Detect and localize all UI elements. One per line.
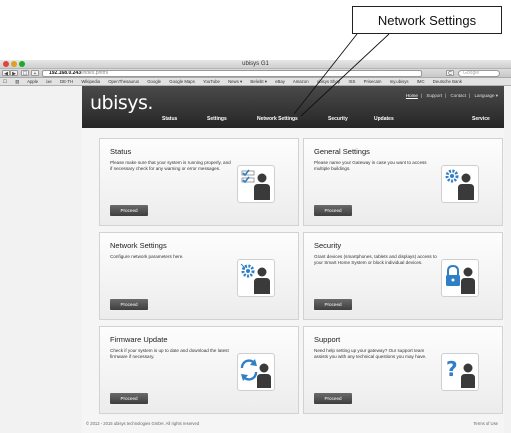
refresh-user-icon [237, 353, 275, 391]
nav-security[interactable]: Security [328, 116, 348, 122]
network-gear-icon [237, 259, 275, 297]
proceed-button[interactable]: Proceed [314, 393, 352, 404]
window-title: ubisys G1 [242, 61, 269, 67]
new-tab-button[interactable]: + [31, 70, 39, 77]
bookmark-item[interactable]: ixe [46, 79, 52, 84]
card-network-settings: Network Settings Configure network param… [99, 232, 299, 320]
bookmarks-icon[interactable]: ▥ [15, 79, 19, 84]
bookmark-item[interactable]: Google Maps [169, 79, 195, 84]
card-description: Configure network parameters here. [110, 254, 184, 259]
bookmark-item[interactable]: Google [147, 79, 161, 84]
sidebar-button[interactable]: ☐ [21, 70, 29, 77]
status-check-icon [237, 165, 275, 203]
language-select[interactable]: Language ▾ [474, 93, 498, 98]
window-titlebar: ubisys G1 [0, 60, 511, 69]
nav-status[interactable]: Status [162, 116, 177, 122]
bookmark-item[interactable]: IMC [417, 79, 425, 84]
bookmarks-bar: ☐ ▥ Apple ixe DE-TH Wikipedia OpenThesau… [0, 78, 511, 86]
bookmark-item[interactable]: Amazon [293, 79, 309, 84]
card-general-settings: General Settings Please name your Gatewa… [303, 138, 503, 226]
copyright-text: © 2012 - 2015 ubisys technologies GmbH. … [86, 421, 200, 426]
home-link[interactable]: Home [406, 93, 418, 98]
contact-link[interactable]: Contact [451, 93, 467, 98]
site-header: ubisys. Home | Support | Contact | Language… [82, 86, 504, 128]
bookmark-item[interactable]: ubisys Shop [317, 79, 340, 84]
card-description: Need help setting up your gateway? Our s… [314, 348, 427, 359]
bookmark-item[interactable]: ISS [348, 79, 355, 84]
card-title: Security [314, 241, 342, 250]
forward-button[interactable]: ▶ [10, 70, 18, 77]
card-description: Please make sure that your system is run… [110, 160, 231, 171]
question-user-icon: ? [441, 353, 479, 391]
bookmark-item[interactable]: Wikipedia [81, 79, 100, 84]
bookmark-item[interactable]: eBay [275, 79, 285, 84]
callout-label: Network Settings [352, 6, 502, 34]
nav-network-settings[interactable]: Network Settings [257, 116, 298, 122]
card-description: Check if your system is up to date and d… [110, 348, 229, 359]
bookmark-item[interactable]: OpenThesaurus [108, 79, 139, 84]
page-viewport: ubisys. Home | Support | Contact | Language… [0, 86, 511, 433]
reload-icon[interactable]: C [446, 70, 454, 77]
gear-user-icon [441, 165, 479, 203]
bookmark-item[interactable]: Apple [27, 79, 38, 84]
bookmark-item[interactable]: Prisecam [364, 79, 382, 84]
terms-of-use-link[interactable]: Terms of Use [473, 421, 498, 426]
browser-toolbar: ◀ ▶ ☐ + 192.168.0.243/index.phtml C Goog… [0, 69, 511, 78]
proceed-button[interactable]: Proceed [110, 299, 148, 310]
card-title: Status [110, 147, 132, 156]
search-placeholder: Google [463, 70, 480, 76]
nav-service[interactable]: Service [472, 116, 490, 122]
proceed-button[interactable]: Proceed [314, 299, 352, 310]
proceed-button[interactable]: Proceed [110, 205, 148, 216]
card-title: General Settings [314, 147, 370, 156]
bookmark-item[interactable]: DE-TH [60, 79, 73, 84]
card-status: Status Please make sure that your system… [99, 138, 299, 226]
back-button[interactable]: ◀ [2, 70, 10, 77]
url-bar[interactable]: 192.168.0.243/index.phtml [42, 70, 422, 77]
bookmark-item[interactable]: Beliebt ▾ [250, 79, 267, 84]
card-title: Support [314, 335, 341, 344]
card-firmware-update: Firmware Update Check if your system is … [99, 326, 299, 414]
bookmark-item[interactable]: my.ubisys [390, 79, 409, 84]
card-description: Please name your Gateway in case you wan… [314, 160, 427, 171]
proceed-button[interactable]: Proceed [314, 205, 352, 216]
url-host: 192.168.0.243 [49, 70, 81, 76]
top-links: Home | Support | Contact | Language ▾ [405, 93, 498, 98]
card-security: Security Grant devices (smartphones, tab… [303, 232, 503, 320]
ubisys-logo[interactable]: ubisys. [90, 92, 153, 114]
card-title: Firmware Update [110, 335, 168, 344]
card-support: Support Need help setting up your gatewa… [303, 326, 503, 414]
lock-user-icon [441, 259, 479, 297]
bookmark-item[interactable]: YouTube [203, 79, 220, 84]
url-path: /index.phtml [80, 70, 108, 76]
reading-list-icon[interactable]: ☐ [3, 79, 7, 84]
proceed-button[interactable]: Proceed [110, 393, 148, 404]
card-description: Grant devices (smartphones, tablets and … [314, 254, 437, 265]
nav-updates[interactable]: Updates [374, 116, 394, 122]
nav-settings[interactable]: Settings [207, 116, 227, 122]
search-field[interactable]: Google [458, 70, 500, 77]
site-container: ubisys. Home | Support | Contact | Language… [82, 86, 504, 433]
card-title: Network Settings [110, 241, 167, 250]
support-link[interactable]: Support [426, 93, 442, 98]
bookmark-item[interactable]: Deutsche Bank [433, 79, 462, 84]
bookmark-item[interactable]: News ▾ [228, 79, 242, 84]
svg-text:?: ? [446, 357, 458, 381]
